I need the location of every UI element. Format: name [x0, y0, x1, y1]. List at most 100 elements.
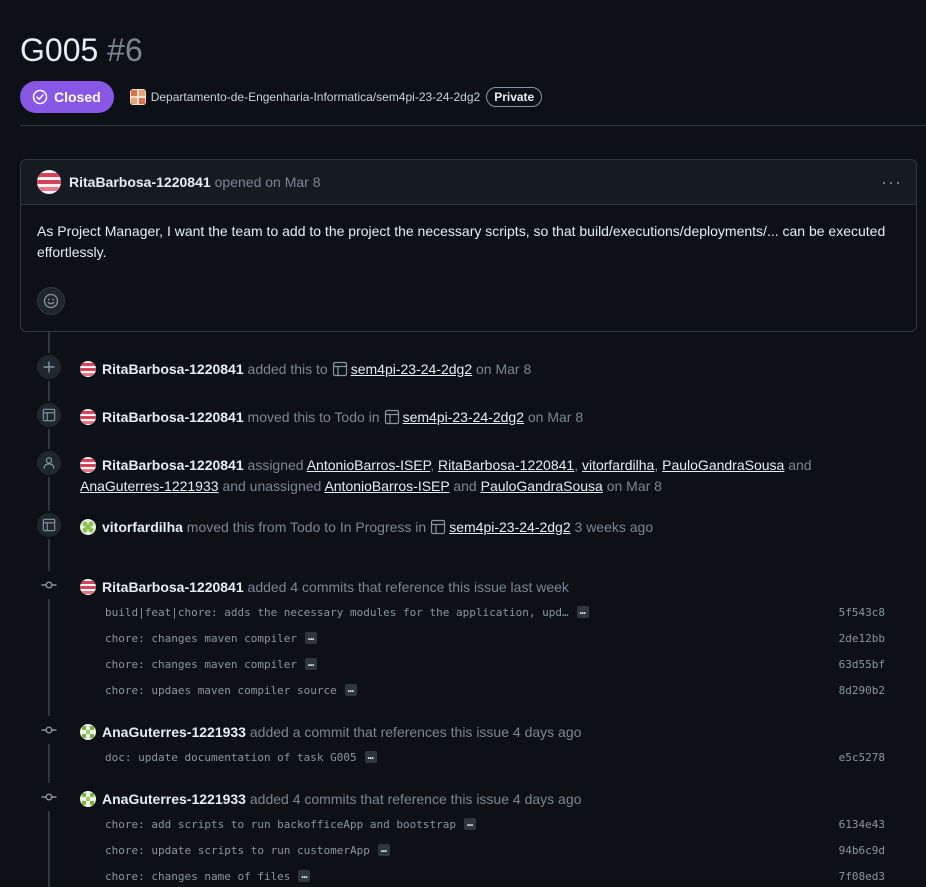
avatar[interactable] — [37, 170, 61, 194]
event-text: RitaBarbosa-1220841 added 4 commits that… — [80, 577, 896, 598]
commit-sha[interactable]: 94b6c9d — [839, 844, 885, 857]
add-reaction-button[interactable] — [37, 287, 65, 315]
commit-sha[interactable]: 8d290b2 — [839, 684, 885, 697]
commit-sha[interactable]: 2de12bb — [839, 632, 885, 645]
event-actor[interactable]: AnaGuterres-1221933 — [102, 724, 246, 740]
project-link[interactable]: sem4pi-23-24-2dg2 — [449, 519, 570, 535]
timeline-event: RitaBarbosa-1220841 added this to sem4pi-… — [35, 353, 926, 383]
timeline-event: RitaBarbosa-1220841 moved this to Todo i… — [35, 401, 926, 431]
assignee-link[interactable]: AnaGuterres-1221933 — [80, 478, 219, 494]
org-avatar — [129, 88, 146, 105]
avatar[interactable] — [80, 579, 96, 595]
commit-message[interactable]: build|feat|chore: adds the necessary mod… — [105, 606, 569, 619]
event-badge — [35, 511, 63, 539]
repo-name: Departamento-de-Engenharia-Informatica/s… — [150, 89, 481, 104]
header-divider — [20, 125, 926, 126]
timeline-event: AnaGuterres-1221933 added a commit that … — [35, 716, 926, 768]
event-text: RitaBarbosa-1220841 assigned AntonioBarr… — [80, 457, 812, 494]
event-action: moved this from Todo to In Progress in — [186, 519, 427, 535]
commit-row[interactable]: build|feat|chore: adds the necessary mod… — [105, 599, 885, 625]
project-link[interactable]: sem4pi-23-24-2dg2 — [351, 361, 472, 377]
commit-sha[interactable]: 6134e43 — [839, 818, 885, 831]
project-icon — [42, 408, 56, 422]
event-text: AnaGuterres-1221933 added a commit that … — [80, 722, 896, 743]
state-badge: Closed — [20, 80, 114, 113]
event-action: added 4 commits that reference this issu… — [247, 579, 569, 595]
timeline-event: AnaGuterres-1221933 added 4 commits that… — [35, 783, 926, 887]
commit-row[interactable]: chore: update scripts to run customerApp… — [105, 837, 885, 863]
smiley-icon — [43, 293, 59, 309]
commit-row[interactable]: chore: changes maven compiler … 2de12bb — [105, 625, 885, 651]
commit-message[interactable]: chore: changes name of files — [105, 870, 290, 883]
event-conj: and — [788, 457, 812, 473]
commit-message[interactable]: chore: changes maven compiler — [105, 632, 297, 645]
event-actor[interactable]: AnaGuterres-1221933 — [102, 791, 246, 807]
avatar[interactable] — [80, 409, 96, 425]
event-actor[interactable]: RitaBarbosa-1220841 — [102, 361, 244, 377]
issue-comment: RitaBarbosa-1220841 opened on Mar 8 ··· … — [20, 159, 917, 332]
commit-message[interactable]: chore: update scripts to run customerApp — [105, 844, 370, 857]
expand-commit-button[interactable]: … — [305, 632, 318, 644]
issue-header: G005 #6 Closed Departamento-de-Engenhari… — [20, 28, 926, 113]
commit-message[interactable]: chore: updaes maven compiler source — [105, 684, 337, 697]
project-link[interactable]: sem4pi-23-24-2dg2 — [403, 409, 524, 425]
unassignee-link[interactable]: AntonioBarros-ISEP — [324, 478, 449, 494]
expand-commit-button[interactable]: … — [377, 844, 390, 856]
expand-commit-button[interactable]: … — [576, 606, 589, 618]
expand-commit-button[interactable]: … — [464, 818, 477, 830]
commit-message[interactable]: doc: update documentation of task G005 — [105, 751, 357, 764]
expand-commit-button[interactable]: … — [344, 684, 357, 696]
issue-title: G005 #6 — [20, 28, 926, 72]
project-icon — [332, 361, 348, 383]
event-time: on Mar 8 — [527, 409, 584, 425]
event-time: 3 weeks ago — [574, 519, 654, 535]
event-actor[interactable]: RitaBarbosa-1220841 — [102, 409, 244, 425]
event-actor[interactable]: vitorfardilha — [102, 519, 183, 535]
commit-sha[interactable]: 7f08ed3 — [839, 870, 885, 883]
event-action: assigned — [247, 457, 304, 473]
expand-commit-button[interactable]: … — [364, 751, 377, 763]
git-commit-icon — [41, 726, 57, 734]
event-badge — [35, 716, 63, 744]
commit-sha[interactable]: 5f543c8 — [839, 606, 885, 619]
commit-sha[interactable]: e5c5278 — [839, 751, 885, 764]
expand-commit-button[interactable]: … — [305, 658, 318, 670]
event-text: vitorfardilha moved this from Todo to In… — [80, 517, 896, 541]
kebab-icon[interactable]: ··· — [881, 172, 902, 193]
commit-row[interactable]: chore: updaes maven compiler source … 8d… — [105, 677, 885, 703]
assignee-link[interactable]: AntonioBarros-ISEP — [307, 457, 430, 473]
event-badge — [35, 783, 63, 811]
event-action: added a commit that references this issu… — [249, 724, 582, 740]
avatar[interactable] — [80, 361, 96, 377]
avatar[interactable] — [80, 791, 96, 807]
git-commit-icon — [41, 793, 57, 801]
issue-meta: Closed Departamento-de-Engenharia-Inform… — [20, 80, 926, 113]
plus-icon — [43, 361, 55, 373]
assignee-link[interactable]: PauloGandraSousa — [662, 457, 784, 473]
avatar[interactable] — [80, 519, 96, 535]
expand-commit-button[interactable]: … — [298, 870, 311, 882]
commit-message[interactable]: chore: changes maven compiler — [105, 658, 297, 671]
assignee-link[interactable]: vitorfardilha — [582, 457, 654, 473]
commit-message[interactable]: chore: add scripts to run backofficeApp … — [105, 818, 456, 831]
comment-author[interactable]: RitaBarbosa-1220841 — [69, 174, 211, 190]
assignee-link[interactable]: RitaBarbosa-1220841 — [438, 457, 574, 473]
timeline-event: vitorfardilha moved this from Todo to In… — [35, 511, 926, 541]
event-text: RitaBarbosa-1220841 moved this to Todo i… — [80, 407, 896, 431]
avatar[interactable] — [80, 724, 96, 740]
commit-row[interactable]: doc: update documentation of task G005 …… — [105, 744, 885, 770]
comment-body: As Project Manager, I want the team to a… — [37, 223, 886, 260]
commit-sha[interactable]: 63d55bf — [839, 658, 885, 671]
commit-row[interactable]: chore: changes name of files … 7f08ed3 — [105, 863, 885, 887]
event-action: added 4 commits that reference this issu… — [249, 791, 582, 807]
event-actor[interactable]: RitaBarbosa-1220841 — [102, 457, 244, 473]
unassignee-link[interactable]: PauloGandraSousa — [481, 478, 603, 494]
avatar[interactable] — [80, 457, 96, 473]
commit-row[interactable]: chore: add scripts to run backofficeApp … — [105, 811, 885, 837]
repo-link[interactable]: Departamento-de-Engenharia-Informatica/s… — [129, 88, 481, 105]
commit-row[interactable]: chore: changes maven compiler … 63d55bf — [105, 651, 885, 677]
event-action: moved this to Todo in — [247, 409, 380, 425]
comment-action: opened on Mar 8 — [214, 174, 321, 190]
git-commit-icon — [41, 581, 57, 589]
event-actor[interactable]: RitaBarbosa-1220841 — [102, 579, 244, 595]
